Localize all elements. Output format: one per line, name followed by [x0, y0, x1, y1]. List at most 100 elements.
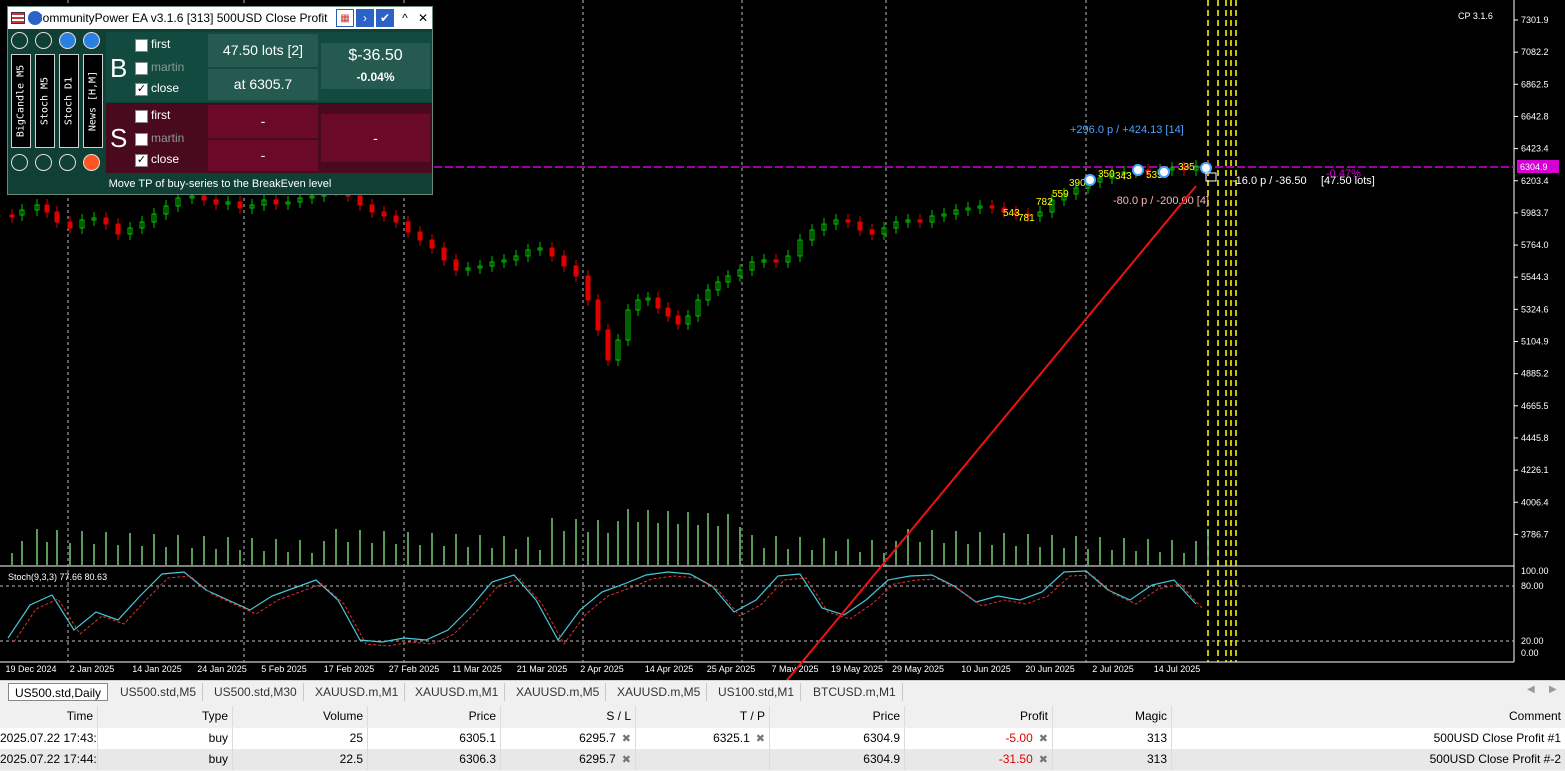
- order-marker: [1200, 162, 1212, 174]
- price-tick-label: 6862.5: [1521, 79, 1549, 89]
- col-type[interactable]: Type: [98, 706, 233, 727]
- buy-first-checkbox[interactable]: [135, 39, 148, 52]
- chart-tab-5[interactable]: XAUUSD.m,M1: [409, 683, 506, 701]
- remove-tp-icon[interactable]: ✖: [756, 733, 765, 745]
- chart-tab-bar: US500.std,Daily US500.std,M5 US500.std,M…: [0, 680, 1565, 702]
- candle-body: [237, 201, 243, 209]
- sell-pnl-cell[interactable]: -: [321, 114, 430, 162]
- close-icon[interactable]: ✕: [414, 9, 432, 27]
- chart-tab-8[interactable]: US100.std,M1: [712, 683, 802, 701]
- price-tick-label: 7082.2: [1521, 47, 1549, 57]
- table-row[interactable]: 2025.07.22 17:43:00 buy 25 6305.1 6295.7…: [0, 728, 1565, 749]
- price-tick-label: 5544.3: [1521, 272, 1549, 282]
- col-magic[interactable]: Magic: [1053, 706, 1172, 727]
- col-comment[interactable]: Comment: [1172, 706, 1565, 727]
- date-tick-label: 27 Feb 2025: [389, 664, 440, 674]
- cell-price: 6305.1: [368, 728, 501, 749]
- cell-sl-value: 6295.7: [579, 752, 616, 766]
- price-tick-label: 6423.4: [1521, 144, 1549, 154]
- price-chart[interactable]: 7301.9 7082.2 6862.5 6642.8 6423.4 6203.4 5983…: [0, 0, 1565, 680]
- sell-martin-checkbox[interactable]: [135, 133, 148, 146]
- candle-body: [429, 239, 435, 249]
- cell-sl[interactable]: 6295.7 ✖: [501, 749, 636, 770]
- chart-tab-9[interactable]: BTCUSD.m,M1: [807, 683, 903, 701]
- buy-lots-cell[interactable]: 47.50 lots [2]: [208, 34, 318, 67]
- cell-profit-value: -31.50: [998, 752, 1033, 766]
- cell-tp[interactable]: 6325.1 ✖: [636, 728, 770, 749]
- chart-tab-4[interactable]: XAUUSD.m,M1: [309, 683, 406, 701]
- candle-body: [453, 259, 459, 271]
- chart-tab-3[interactable]: US500.std,M30: [208, 683, 304, 701]
- col-price-current[interactable]: Price: [770, 706, 905, 727]
- stoch-tick-label: 100.00: [1521, 566, 1549, 576]
- col-profit[interactable]: Profit: [905, 706, 1053, 727]
- price-tick-label: 3786.7: [1521, 529, 1549, 539]
- buy-pnl-percent: -0.04%: [356, 70, 395, 84]
- col-price[interactable]: Price: [368, 706, 501, 727]
- sell-lots-cell[interactable]: -: [208, 105, 318, 138]
- calendar-icon[interactable]: ▦: [336, 9, 354, 27]
- close-position-icon[interactable]: ✖: [1039, 733, 1048, 745]
- table-row[interactable]: 2025.07.22 17:44:04 buy 22.5 6306.3 6295…: [0, 749, 1565, 770]
- filter-tab-bigcandle[interactable]: BigCandle M5: [11, 54, 31, 148]
- candle-body: [605, 329, 611, 361]
- candle-body: [665, 307, 671, 317]
- candle-body: [655, 297, 661, 309]
- remove-sl-icon[interactable]: ✖: [622, 754, 631, 766]
- filter-tab-stoch-m5[interactable]: Stoch M5: [35, 54, 55, 148]
- scroll-left-icon[interactable]: ◀: [1527, 684, 1535, 695]
- col-time[interactable]: Time: [0, 706, 98, 727]
- check-icon[interactable]: ✔: [376, 9, 394, 27]
- sell-close-checkbox[interactable]: ✓: [135, 154, 148, 167]
- ea-title-bar[interactable]: CommunityPower EA v3.1.6 [313] 500USD Cl…: [8, 7, 432, 29]
- buy-at-cell[interactable]: at 6305.7: [208, 69, 318, 100]
- price-tick-label: 6203.4: [1521, 176, 1549, 186]
- status-circle-6: [35, 154, 52, 171]
- candle-body: [845, 219, 851, 223]
- cell-sl[interactable]: 6295.7 ✖: [501, 728, 636, 749]
- cell-tp[interactable]: [636, 749, 770, 770]
- cell-profit[interactable]: -5.00 ✖: [905, 728, 1053, 749]
- cell-time: 2025.07.22 17:44:04: [0, 749, 98, 770]
- sell-first-label: first: [151, 108, 171, 122]
- col-tp[interactable]: T / P: [636, 706, 770, 727]
- candle-body: [273, 199, 279, 205]
- filter-tab-news[interactable]: News [H,M]: [83, 54, 103, 148]
- stoch-tick-label: 0.00: [1521, 648, 1539, 658]
- candle-body: [441, 247, 447, 261]
- minimize-icon[interactable]: ^: [396, 9, 414, 27]
- filter-tab-stoch-d1[interactable]: Stoch D1: [59, 54, 79, 148]
- date-tick-label: 19 Dec 2024: [5, 664, 56, 674]
- cell-magic: 313: [1053, 728, 1172, 749]
- chevron-right-icon[interactable]: ›: [356, 9, 374, 27]
- col-sl[interactable]: S / L: [501, 706, 636, 727]
- level-number: 390: [1069, 178, 1086, 189]
- cell-magic: 313: [1053, 749, 1172, 770]
- buy-close-checkbox[interactable]: ✓: [135, 83, 148, 96]
- date-tick-label: 14 Apr 2025: [645, 664, 694, 674]
- cell-profit[interactable]: -31.50 ✖: [905, 749, 1053, 770]
- remove-sl-icon[interactable]: ✖: [622, 733, 631, 745]
- chart-tab-6[interactable]: XAUUSD.m,M5: [510, 683, 607, 701]
- candle-body: [9, 214, 15, 218]
- close-position-icon[interactable]: ✖: [1039, 754, 1048, 766]
- date-tick-label: 19 May 2025: [831, 664, 883, 674]
- buy-pnl-cell[interactable]: $-36.50 -0.04%: [321, 43, 430, 89]
- ea-panel[interactable]: CommunityPower EA v3.1.6 [313] 500USD Cl…: [7, 6, 433, 195]
- sell-first-checkbox[interactable]: [135, 110, 148, 123]
- scroll-right-icon[interactable]: ▶: [1549, 684, 1557, 695]
- candle-body: [561, 255, 567, 267]
- chart-tab-7[interactable]: XAUUSD.m,M5: [611, 683, 708, 701]
- date-tick-label: 14 Jan 2025: [132, 664, 182, 674]
- chart-tab-2[interactable]: US500.std,M5: [114, 683, 204, 701]
- buy-martin-checkbox[interactable]: [135, 62, 148, 75]
- cell-volume: 25: [233, 728, 368, 749]
- candle-body: [549, 247, 555, 257]
- sell-martin-label: martin: [151, 131, 185, 145]
- cell-tp-value: 6325.1: [713, 731, 750, 745]
- order-marker: [1084, 174, 1096, 186]
- col-volume[interactable]: Volume: [233, 706, 368, 727]
- cell-profit-value: -5.00: [1005, 731, 1033, 745]
- sell-at-cell[interactable]: -: [208, 140, 318, 171]
- chart-tab-1[interactable]: US500.std,Daily: [8, 683, 109, 701]
